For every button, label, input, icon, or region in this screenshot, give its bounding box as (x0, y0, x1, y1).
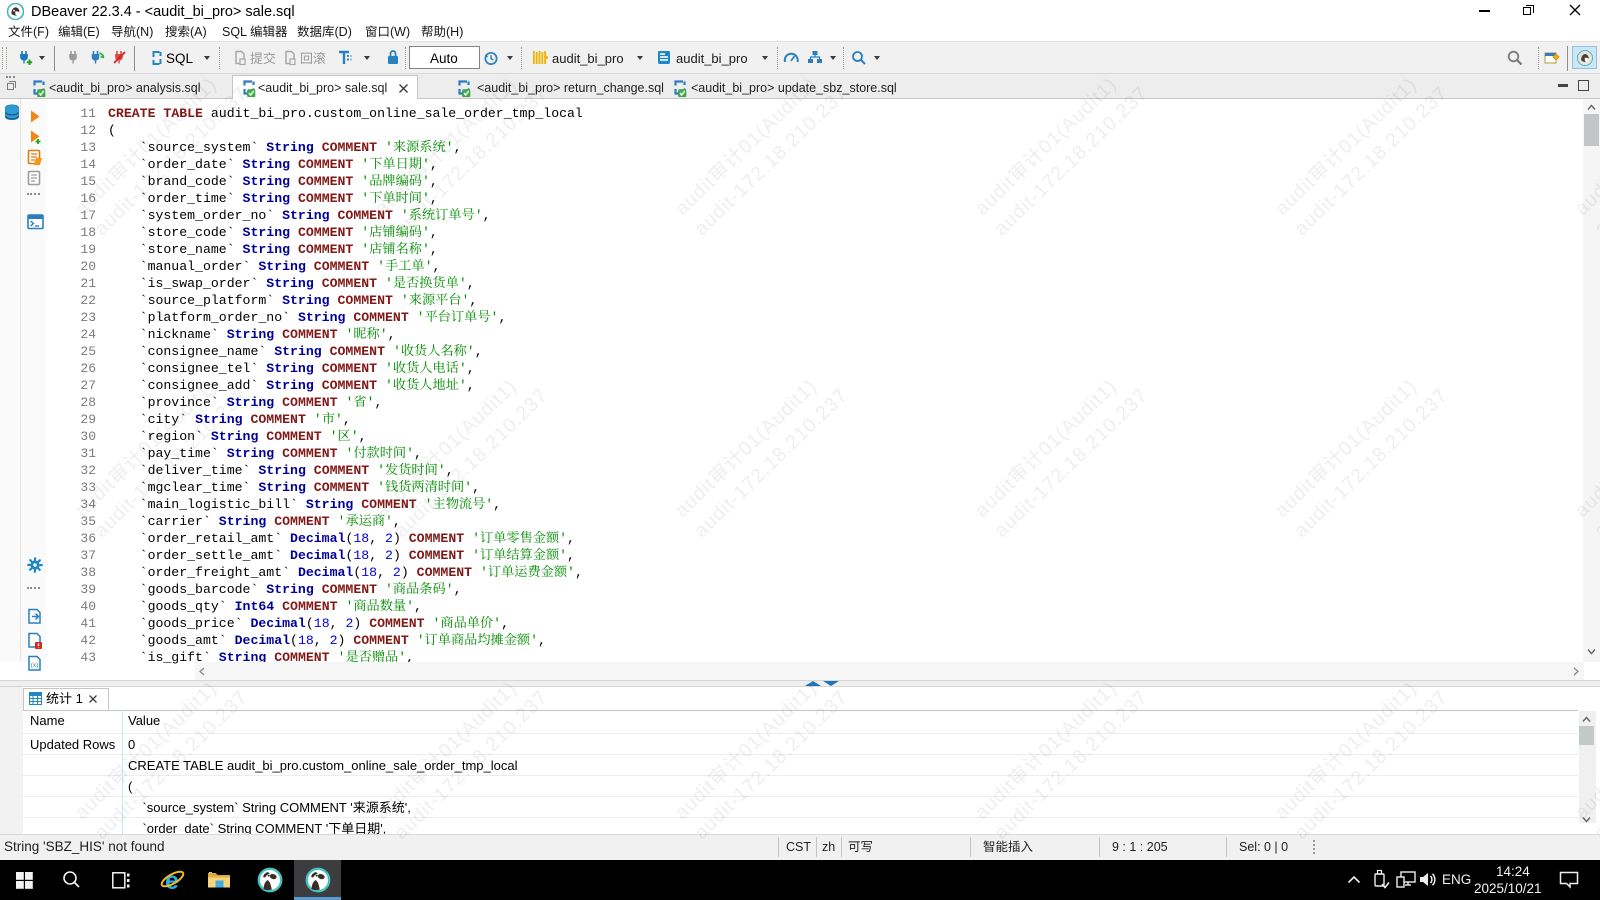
svg-text:e: e (165, 867, 179, 893)
